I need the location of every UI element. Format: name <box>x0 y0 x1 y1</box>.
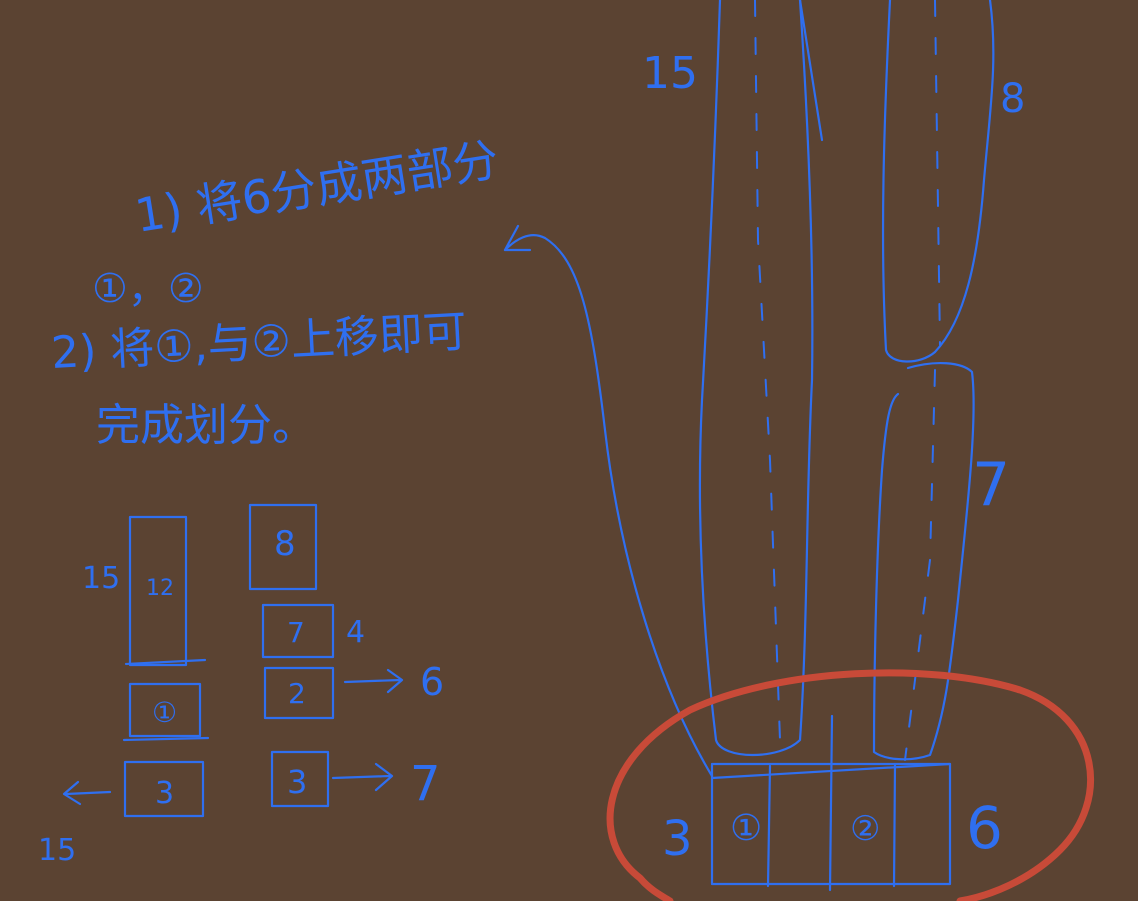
note-line-4: 完成划分。 <box>96 400 316 451</box>
note-line-2: ①，② <box>92 266 204 312</box>
box-3-right-label: 3 <box>287 763 307 801</box>
label-4: 4 <box>346 615 365 650</box>
handwriting-canvas: 1) 将6分成两部分 ①，② 2) 将①,与②上移即可 完成划分。 15 12 … <box>0 0 1138 901</box>
main-label-7: 7 <box>972 450 1010 520</box>
box-7-label: 7 <box>287 616 305 649</box>
label-15-bottom: 15 <box>38 833 76 868</box>
box-8-label: 8 <box>274 524 296 564</box>
bottom-label-1: ① <box>730 808 762 849</box>
box-2-label: 2 <box>288 677 306 710</box>
box-1-label: ① <box>152 696 177 729</box>
main-label-15: 15 <box>642 48 698 99</box>
bottom-label-2: ② <box>850 809 880 849</box>
box-12-label: 12 <box>146 576 174 601</box>
bottom-label-6: 6 <box>966 794 1003 862</box>
label-15-left: 15 <box>82 561 120 596</box>
bottom-box-inner-right <box>892 762 897 888</box>
bottom-label-3: 3 <box>662 811 693 867</box>
arrow-to-6-label: 6 <box>420 660 444 704</box>
arrow-to-7-label: 7 <box>410 756 441 812</box>
main-label-8: 8 <box>1000 76 1025 122</box>
box-3-left-label: 3 <box>155 776 174 811</box>
